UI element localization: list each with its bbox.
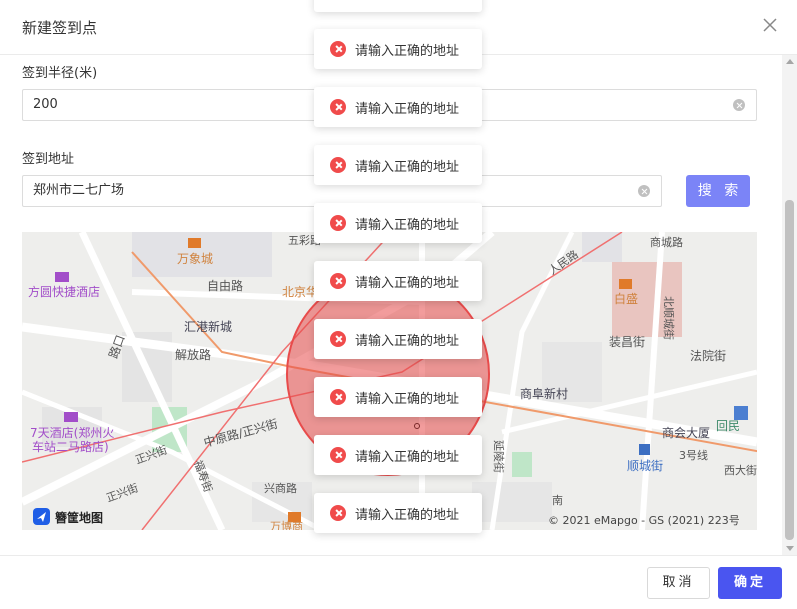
hotel-icon bbox=[55, 272, 69, 282]
scroll-thumb[interactable] bbox=[785, 200, 794, 540]
map-label: 白盛 bbox=[614, 291, 638, 306]
map-label: 正兴街 bbox=[104, 480, 140, 504]
map-label: 商城路 bbox=[650, 235, 683, 249]
map-label: 法院街 bbox=[690, 349, 726, 363]
map-label: 万象城 bbox=[177, 252, 213, 266]
error-toast: 请输入正确的地址 bbox=[314, 319, 482, 359]
error-icon bbox=[330, 99, 346, 115]
error-toast: 请输入正确的地址 bbox=[314, 493, 482, 533]
error-toast: 请输入正确的地址 bbox=[314, 145, 482, 185]
map-label: 延陵街 bbox=[492, 440, 506, 473]
map-label: 顺城街 bbox=[627, 459, 663, 473]
close-icon[interactable] bbox=[761, 16, 779, 34]
map-label: 解放路 bbox=[175, 347, 211, 362]
hospital-icon bbox=[734, 406, 748, 420]
error-icon bbox=[330, 505, 346, 521]
map-label: 兴商路 bbox=[264, 481, 297, 495]
radius-clear-icon[interactable] bbox=[733, 99, 745, 111]
map-label: 3号线 bbox=[679, 448, 708, 462]
confirm-button[interactable]: 确定 bbox=[718, 567, 782, 599]
map-label: 北顺城街 bbox=[662, 296, 676, 340]
search-button[interactable]: 搜 索 bbox=[686, 175, 750, 207]
error-toast: 请输入正确的地址 bbox=[314, 377, 482, 417]
shopping-cart-icon bbox=[619, 279, 632, 289]
error-toast: 请输入正确的地址 bbox=[314, 261, 482, 301]
map-label: 南 bbox=[552, 494, 563, 507]
hotel-icon bbox=[64, 412, 78, 422]
radius-label: 签到半径(米) bbox=[22, 66, 98, 81]
map-brand: 簪筐地图 bbox=[55, 510, 103, 525]
error-toast: 请输入正确的地址 bbox=[314, 203, 482, 243]
error-icon bbox=[330, 389, 346, 405]
error-icon bbox=[330, 215, 346, 231]
map-label: 车站二马路店) bbox=[32, 439, 109, 454]
scroll-down-icon[interactable] bbox=[786, 546, 794, 551]
error-icon bbox=[330, 331, 346, 347]
map-label: 万博商 bbox=[270, 519, 303, 530]
scroll-up-icon[interactable] bbox=[786, 59, 794, 64]
error-icon bbox=[330, 41, 346, 57]
shopping-cart-icon bbox=[188, 238, 201, 248]
subway-icon bbox=[639, 444, 650, 455]
dialog-scrollbar[interactable] bbox=[782, 55, 797, 555]
error-toast: 请输入正确的地址 bbox=[314, 435, 482, 475]
error-toast: 请输入正确的地址 bbox=[314, 87, 482, 127]
error-icon bbox=[330, 157, 346, 173]
error-toast bbox=[314, 0, 482, 12]
map-label: 西大街 bbox=[724, 463, 757, 477]
map-label: 7天酒店(郑州火 bbox=[30, 425, 114, 440]
address-label: 签到地址 bbox=[22, 152, 75, 167]
cancel-button[interactable]: 取消 bbox=[647, 567, 710, 599]
map-label: 汇港新城 bbox=[184, 319, 232, 334]
map-label: 商阜新村 bbox=[520, 386, 568, 401]
dialog-title: 新建签到点 bbox=[22, 19, 98, 37]
dialog-footer: 取消 确定 bbox=[0, 555, 797, 609]
map-label: 中原路/正兴街 bbox=[202, 416, 279, 450]
map-label: 回民 bbox=[716, 419, 740, 433]
error-icon bbox=[330, 447, 346, 463]
map-label: 自由路 bbox=[207, 278, 243, 293]
error-toast: 请输入正确的地址 bbox=[314, 29, 482, 69]
address-clear-icon[interactable] bbox=[638, 185, 650, 197]
map-label: 北京华 bbox=[282, 285, 318, 299]
error-icon bbox=[330, 273, 346, 289]
map-label: 装昌街 bbox=[609, 335, 645, 349]
map-label: 商会大厦 bbox=[662, 425, 710, 440]
new-checkin-dialog: 新建签到点 签到半径(米) 200 签到地址 郑州市二七广场 搜 索 万象城 方… bbox=[0, 0, 797, 609]
map-copyright: © 2021 eMapgo - GS (2021) 223号 bbox=[548, 514, 740, 527]
map-label: 方圆快捷酒店 bbox=[28, 284, 100, 299]
